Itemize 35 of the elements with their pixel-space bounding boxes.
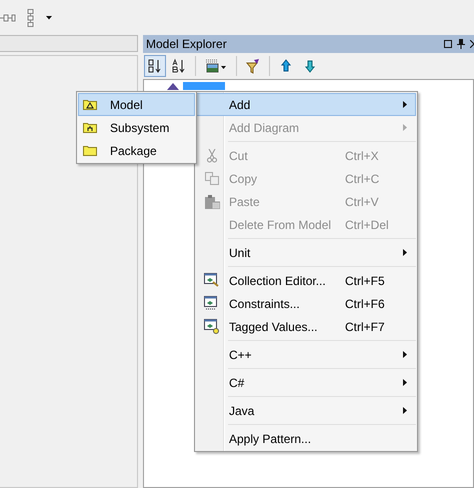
menu-item[interactable]: Apply Pattern...	[196, 427, 416, 450]
window-icon	[204, 296, 220, 311]
window-icon	[204, 273, 220, 288]
folder-icon	[83, 99, 97, 110]
menu-item[interactable]: C++	[196, 343, 416, 366]
sort-alpha-icon	[171, 58, 187, 74]
panel-title: Model Explorer	[146, 37, 227, 51]
hierarchy-icon[interactable]	[26, 8, 36, 26]
view-icon	[204, 58, 228, 74]
folder-icon	[83, 122, 97, 133]
menu-item[interactable]: Add	[196, 93, 416, 116]
menu-item[interactable]: Package	[78, 139, 195, 162]
clipboard-icon	[204, 194, 220, 208]
arrow-down-icon	[302, 58, 318, 74]
sort-numeric-button[interactable]	[144, 55, 166, 77]
restore-icon[interactable]	[444, 40, 452, 48]
tag-window-icon	[204, 319, 220, 334]
copy-icon	[205, 172, 219, 185]
menu-item[interactable]: Constraints... Ctrl+F6	[196, 292, 416, 315]
menu-item[interactable]: C#	[196, 371, 416, 394]
menu-item[interactable]: Model	[78, 93, 195, 116]
arrow-up-icon	[278, 58, 294, 74]
chevron-icon[interactable]	[470, 40, 474, 48]
menu-item[interactable]: Collection Editor... Ctrl+F5	[196, 269, 416, 292]
menu-item[interactable]: Unit	[196, 241, 416, 264]
menu-item[interactable]: Tagged Values... Ctrl+F7	[196, 315, 416, 338]
menu-item[interactable]: Java	[196, 399, 416, 422]
dropdown-arrow-icon[interactable]	[46, 16, 52, 20]
menu-item[interactable]: Subsystem	[78, 116, 195, 139]
connector-icon[interactable]	[0, 12, 16, 22]
folder-icon	[83, 145, 97, 156]
pin-icon[interactable]	[457, 39, 465, 49]
scissors-icon	[207, 148, 217, 162]
filter-icon	[245, 58, 261, 74]
sort-icon	[147, 58, 163, 74]
